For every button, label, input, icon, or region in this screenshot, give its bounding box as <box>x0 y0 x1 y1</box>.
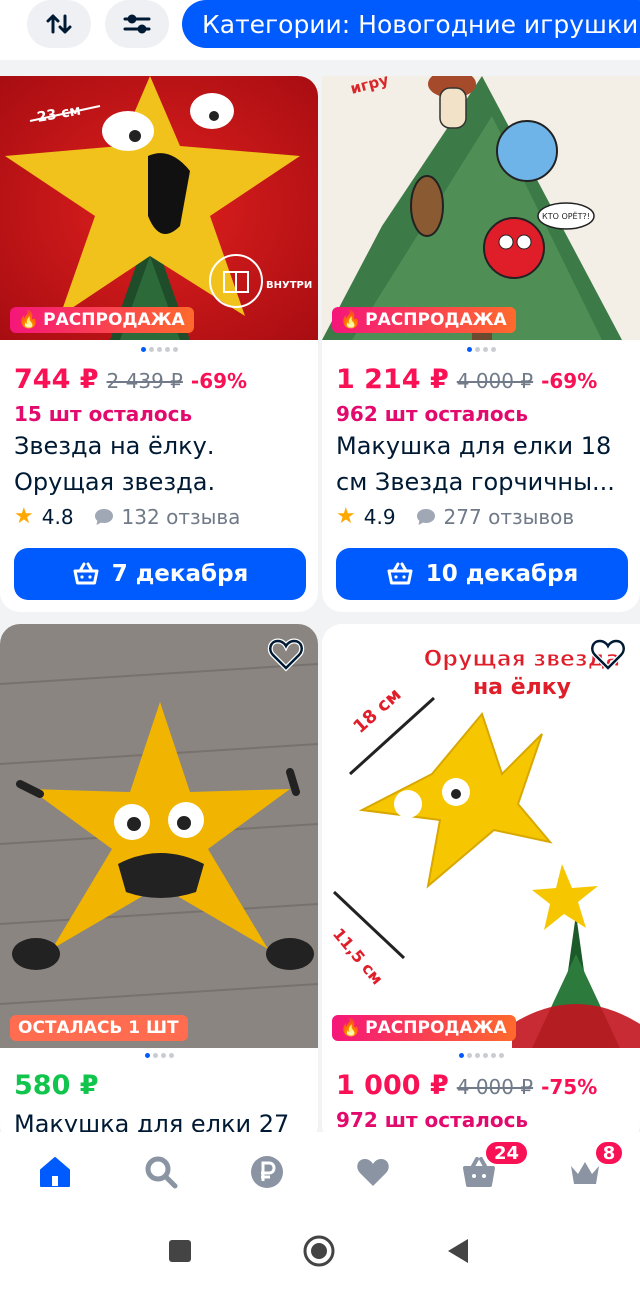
old-price: 4 000 ₽ <box>456 369 534 393</box>
image-speech-bubble: КТО ОРЁТ?! <box>542 211 590 221</box>
discount-label: -69% <box>190 369 248 393</box>
price-row: 744 ₽ 2 439 ₽ -69% <box>14 364 247 395</box>
search-icon <box>145 1156 178 1189</box>
product-image[interactable]: ОСТАЛАСЬ 1 ШТ <box>0 624 318 1048</box>
category-filter-chip[interactable]: Категории: Новогодние игрушки <box>182 0 640 48</box>
basket-icon <box>73 562 99 585</box>
product-card[interactable]: КТО ОРЁТ?! игру 🔥 РАСПРОДАЖА 1 214 ₽ 4 0… <box>322 76 640 612</box>
rating-row: ★ 4.8 132 отзыва <box>14 504 240 529</box>
product-card[interactable]: ОСТАЛАСЬ 1 ШТ 580 ₽ Макушка для елки 27 <box>0 624 318 1144</box>
image-carousel-dots <box>0 347 318 355</box>
favorite-heart-icon[interactable] <box>588 634 628 674</box>
image-carousel-dots <box>322 1053 640 1061</box>
current-price: 1 214 ₽ <box>336 364 449 395</box>
price-row: 1 214 ₽ 4 000 ₽ -69% <box>336 364 597 395</box>
nav-favorites[interactable] <box>353 1152 393 1192</box>
current-price: 1 000 ₽ <box>336 1070 449 1101</box>
discount-label: -75% <box>541 1075 598 1099</box>
reviews-link[interactable]: 277 отзывов <box>416 505 574 529</box>
sort-arrows-icon <box>46 14 72 34</box>
fire-icon: 🔥 <box>340 310 362 330</box>
fire-icon: 🔥 <box>340 1018 362 1038</box>
image-carousel-dots <box>0 1053 318 1061</box>
filter-button[interactable] <box>105 0 169 48</box>
rating-row: ★ 4.9 277 отзывов <box>336 504 574 529</box>
favorite-heart-icon[interactable] <box>266 634 306 674</box>
comment-icon <box>94 508 113 525</box>
recent-apps-icon[interactable] <box>168 1239 192 1263</box>
bottom-navigation: 24 8 <box>0 1132 640 1212</box>
fire-icon: 🔥 <box>18 310 40 330</box>
product-card[interactable]: 23 см ВНУТРИ 🔥 РАСПРОДАЖА 744 ₽ 2 439 ₽ … <box>0 76 318 612</box>
nav-home[interactable] <box>35 1152 75 1192</box>
sale-badge: 🔥 РАСПРОДАЖА <box>10 307 194 333</box>
cart-count-badge: 24 <box>484 1140 530 1166</box>
star-icon: ★ <box>336 504 356 529</box>
discount-label: -69% <box>541 369 598 393</box>
system-navigation-bar <box>0 1212 640 1290</box>
old-price: 2 439 ₽ <box>106 369 183 393</box>
favorites-icon <box>357 1159 389 1186</box>
top-toolbar: Категории: Новогодние игрушки <box>0 0 640 60</box>
back-triangle-icon[interactable] <box>446 1238 470 1264</box>
image-inside-label: ВНУТРИ <box>266 280 312 291</box>
delivery-date: 10 декабря <box>425 561 579 587</box>
stock-left-label: 962 шт осталось <box>336 402 529 426</box>
current-price: 744 ₽ <box>14 364 99 395</box>
image-carousel-dots <box>322 347 640 355</box>
price-row: 1 000 ₽ 4 000 ₽ -75% <box>336 1070 597 1101</box>
ruble-icon <box>251 1156 283 1188</box>
stock-badge: ОСТАЛАСЬ 1 ШТ <box>10 1015 188 1041</box>
stock-left-label: 972 шт осталось <box>336 1108 529 1132</box>
old-price: 4 000 ₽ <box>456 1075 534 1099</box>
product-image[interactable]: КТО ОРЁТ?! игру 🔥 РАСПРОДАЖА <box>322 76 640 340</box>
current-price: 580 ₽ <box>14 1070 99 1101</box>
comment-icon <box>416 508 435 525</box>
image-headline-2: на ёлку <box>473 675 571 700</box>
rating-value: 4.8 <box>41 504 74 529</box>
product-image[interactable]: 23 см ВНУТРИ 🔥 РАСПРОДАЖА <box>0 76 318 340</box>
stock-left-label: 15 шт осталось <box>14 402 193 426</box>
price-row: 580 ₽ <box>14 1070 99 1101</box>
product-title[interactable]: Звезда на ёлку. Орущая звезда. <box>14 428 306 500</box>
sale-badge: 🔥 РАСПРОДАЖА <box>332 307 516 333</box>
sale-badge: 🔥 РАСПРОДАЖА <box>332 1015 516 1041</box>
add-to-cart-button[interactable]: 7 декабря <box>14 548 306 600</box>
add-to-cart-button[interactable]: 10 декабря <box>336 548 628 600</box>
product-title[interactable]: Макушка для елки 18 см Звезда горчичны..… <box>336 428 628 500</box>
sort-button[interactable] <box>27 0 91 48</box>
nav-search[interactable] <box>141 1152 181 1192</box>
rating-value: 4.9 <box>363 504 396 529</box>
delivery-date: 7 декабря <box>111 561 249 587</box>
home-icon <box>40 1157 70 1187</box>
home-circle-icon[interactable] <box>302 1234 336 1268</box>
profile-count-badge: 8 <box>594 1140 624 1166</box>
product-card[interactable]: Орущая звезда на ёлку 18 см 11,5 см 🔥 РА… <box>322 624 640 1144</box>
filter-sliders-icon <box>123 14 151 34</box>
basket-icon <box>387 562 413 585</box>
product-image[interactable]: Орущая звезда на ёлку 18 см 11,5 см 🔥 РА… <box>322 624 640 1048</box>
reviews-link[interactable]: 132 отзыва <box>94 505 240 529</box>
nav-finance[interactable] <box>247 1152 287 1192</box>
star-icon: ★ <box>14 504 34 529</box>
